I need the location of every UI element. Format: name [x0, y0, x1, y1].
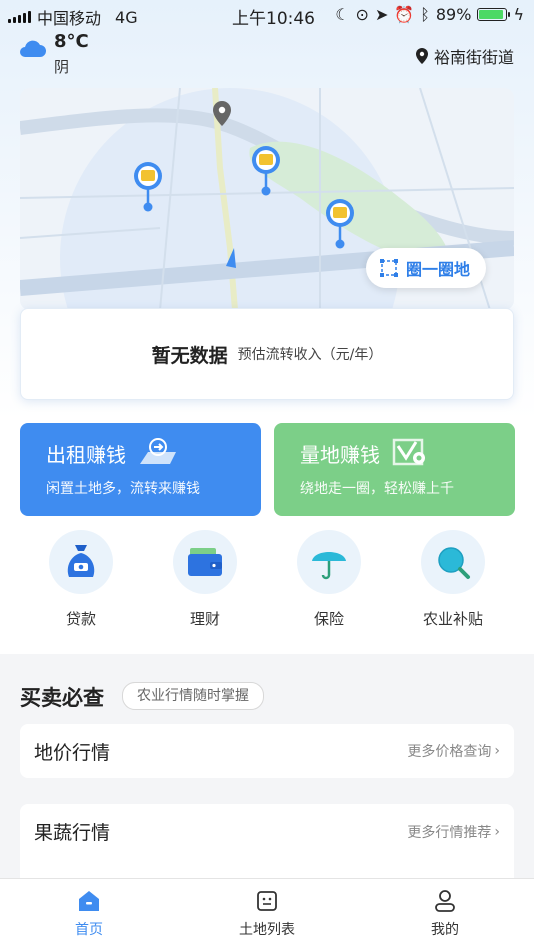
more-price-link[interactable]: 更多价格查询 › — [407, 741, 500, 761]
money-bag-icon — [67, 545, 95, 577]
tab-home[interactable]: 首页 — [34, 887, 144, 939]
user-icon — [435, 890, 455, 912]
service-finance[interactable]: 理财 — [155, 530, 255, 629]
status-bar: 中国移动 4G 上午10:46 ☾ ⊙ ➤ ⏰ ᛒ 89% ϟ — [0, 0, 534, 30]
market-section-tag: 农业行情随时掌握 — [122, 682, 264, 710]
service-subsidy-label: 农业补贴 — [422, 610, 483, 628]
rent-earn-desc: 闲置土地多，流转来赚钱 — [46, 481, 200, 497]
service-finance-label: 理财 — [189, 610, 220, 628]
tab-land-list[interactable]: 土地列表 — [212, 887, 322, 939]
temperature: 8°C — [54, 31, 89, 52]
land-map[interactable]: 圈一圈地 — [20, 88, 514, 310]
cloud-icon — [18, 38, 46, 62]
produce-market-title: 果蔬行情 — [34, 822, 111, 844]
signal-icon — [8, 11, 31, 23]
tab-mine[interactable]: 我的 — [390, 887, 500, 939]
bluetooth-icon: ᛒ — [420, 5, 430, 24]
income-estimate-label: 预估流转收入（元/年） — [237, 347, 383, 363]
tab-bar: 首页 土地列表 我的 — [0, 878, 534, 951]
measure-earn-card[interactable]: 量地赚钱 绕地走一圈，轻松赚上千 — [274, 423, 515, 516]
tab-mine-label: 我的 — [431, 922, 459, 938]
service-insurance-label: 保险 — [313, 610, 344, 628]
more-price-label: 更多价格查询 — [407, 744, 492, 760]
charging-icon: ϟ — [513, 5, 524, 24]
service-subsidy[interactable]: 农业补贴 — [403, 530, 503, 629]
land-transfer-icon — [138, 438, 178, 472]
measure-earn-desc: 绕地走一圈，轻松赚上千 — [300, 481, 454, 497]
chevron-right-icon: › — [494, 743, 500, 759]
battery-percent: 89% — [435, 5, 472, 24]
alarm-icon: ⏰ — [394, 5, 415, 24]
tab-home-label: 首页 — [75, 922, 103, 938]
market-section-title: 买卖必查 — [20, 686, 104, 710]
income-estimate-card: 暂无数据 预估流转收入（元/年） — [20, 308, 514, 400]
chevron-right-icon: › — [494, 824, 500, 840]
produce-market-row[interactable]: 果蔬行情 更多行情推荐 › — [20, 804, 514, 878]
lock-rotation-icon: ⊙ — [355, 5, 369, 24]
list-icon — [257, 891, 277, 911]
service-loan-label: 贷款 — [65, 610, 96, 628]
location-arrow-icon: ➤ — [374, 5, 389, 24]
circle-land-label: 圈一圈地 — [405, 260, 470, 279]
battery-fill — [479, 10, 503, 19]
home-icon — [79, 891, 99, 911]
magnifier-icon — [438, 547, 470, 579]
measure-land-icon — [392, 438, 428, 472]
more-market-link[interactable]: 更多行情推荐 › — [407, 822, 500, 842]
status-time: 上午10:46 — [232, 9, 315, 29]
rent-earn-card[interactable]: 出租赚钱 闲置土地多，流转来赚钱 — [20, 423, 261, 516]
service-insurance[interactable]: 保险 — [279, 530, 379, 629]
land-price-title: 地价行情 — [34, 741, 111, 764]
umbrella-icon — [312, 552, 346, 580]
no-data-label: 暂无数据 — [151, 344, 228, 367]
network-label: 4G — [115, 7, 138, 27]
wallet-icon — [188, 548, 222, 576]
circle-land-button[interactable]: 圈一圈地 — [365, 248, 486, 288]
land-price-row[interactable]: 地价行情 更多价格查询 › — [20, 724, 514, 778]
moon-icon: ☾ — [335, 5, 350, 24]
location-pin-icon — [415, 48, 428, 64]
location-selector[interactable]: 裕南街街道 — [415, 44, 514, 68]
select-area-icon — [379, 259, 398, 277]
battery-icon — [477, 8, 511, 21]
tab-land-list-label: 土地列表 — [239, 922, 295, 938]
more-market-label: 更多行情推荐 — [407, 825, 492, 841]
carrier-label: 中国移动 — [37, 9, 102, 28]
location-label: 裕南街街道 — [433, 48, 514, 67]
service-loan[interactable]: 贷款 — [31, 530, 131, 629]
weather-condition: 阴 — [54, 58, 70, 76]
